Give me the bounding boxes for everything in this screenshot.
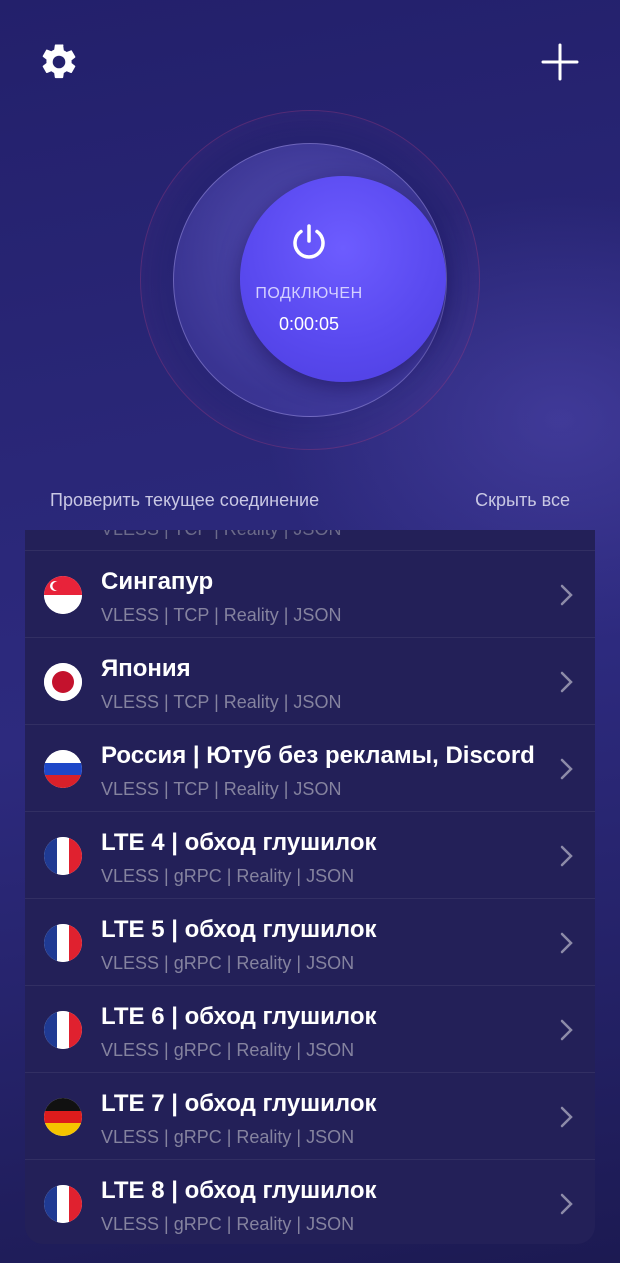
chevron-right-icon <box>560 758 573 780</box>
list-item[interactable]: LTE 5 | обход глушилок VLESS | gRPC | Re… <box>25 899 595 986</box>
chevron-right-icon <box>560 845 573 867</box>
hide-all-link[interactable]: Скрыть все <box>475 490 570 511</box>
germany-flag-icon <box>44 1098 82 1136</box>
connect-toggle-button[interactable] <box>240 176 446 382</box>
gear-icon <box>42 44 76 79</box>
list-item[interactable]: Япония VLESS | TCP | Reality | JSON <box>25 638 595 725</box>
russia-flag-icon <box>44 750 82 788</box>
connection-timer: 0:00:05 <box>278 314 340 334</box>
server-protocols: VLESS | gRPC | Reality | JSON <box>101 1214 355 1234</box>
singapore-flag-icon <box>44 576 82 614</box>
connection-status: ПОДКЛЮЧЕН <box>255 285 363 302</box>
plus-icon <box>541 43 579 81</box>
server-protocols: VLESS | TCP | Reality | JSON <box>101 530 341 540</box>
server-protocols: VLESS | TCP | Reality | JSON <box>101 692 342 712</box>
chevron-right-icon <box>560 932 573 954</box>
server-name: LTE 4 | обход глушилок <box>101 829 377 856</box>
list-item-partial[interactable]: VLESS | TCP | Reality | JSON <box>25 530 595 551</box>
server-name: Япония <box>101 655 191 682</box>
japan-flag-icon <box>44 663 82 701</box>
france-flag-icon <box>44 1185 82 1223</box>
add-server-button[interactable] <box>532 34 588 90</box>
chevron-right-icon <box>560 584 573 606</box>
chevron-right-icon <box>560 1019 573 1041</box>
server-protocols: VLESS | TCP | Reality | JSON <box>101 779 342 799</box>
list-item[interactable]: Сингапур VLESS | TCP | Reality | JSON <box>25 551 595 638</box>
server-protocols: VLESS | gRPC | Reality | JSON <box>101 1127 355 1147</box>
chevron-right-icon <box>560 1106 573 1128</box>
links-row: Проверить текущее соединение Скрыть все <box>0 488 620 518</box>
list-item[interactable]: LTE 4 | обход глушилок VLESS | gRPC | Re… <box>25 812 595 899</box>
check-connection-link[interactable]: Проверить текущее соединение <box>50 490 319 511</box>
server-name: LTE 5 | обход глушилок <box>101 916 377 943</box>
server-protocols: VLESS | gRPC | Reality | JSON <box>101 1040 355 1060</box>
server-protocols: VLESS | TCP | Reality | JSON <box>101 605 342 625</box>
chevron-right-icon <box>560 1193 573 1215</box>
chevron-right-icon <box>560 671 573 693</box>
list-item[interactable]: Россия | Ютуб без рекламы, Discord VLESS… <box>25 725 595 812</box>
server-name: Россия | Ютуб без рекламы, Discord <box>101 742 535 769</box>
france-flag-icon <box>44 1011 82 1049</box>
list-item[interactable]: LTE 6 | обход глушилок VLESS | gRPC | Re… <box>25 986 595 1073</box>
server-protocols: VLESS | gRPC | Reality | JSON <box>101 866 355 886</box>
server-name: LTE 7 | обход глушилок <box>101 1090 377 1117</box>
server-name: Сингапур <box>101 568 214 595</box>
server-protocols: VLESS | gRPC | Reality | JSON <box>101 953 355 973</box>
france-flag-icon <box>44 924 82 962</box>
france-flag-icon <box>44 837 82 875</box>
server-name: LTE 6 | обход глушилок <box>101 1003 377 1030</box>
server-list: VLESS | TCP | Reality | JSON Сингапур VL… <box>25 530 595 1244</box>
connection-dial: ПОДКЛЮЧЕН 0:00:05 <box>140 110 480 450</box>
list-item[interactable]: LTE 7 | обход глушилок VLESS | gRPC | Re… <box>25 1073 595 1160</box>
list-item[interactable]: LTE 8 | обход глушилок VLESS | gRPC | Re… <box>25 1160 595 1244</box>
power-icon <box>293 224 325 259</box>
dial-middle-ring <box>173 143 447 417</box>
settings-button[interactable] <box>31 34 87 90</box>
server-name: LTE 8 | обход глушилок <box>101 1177 377 1204</box>
